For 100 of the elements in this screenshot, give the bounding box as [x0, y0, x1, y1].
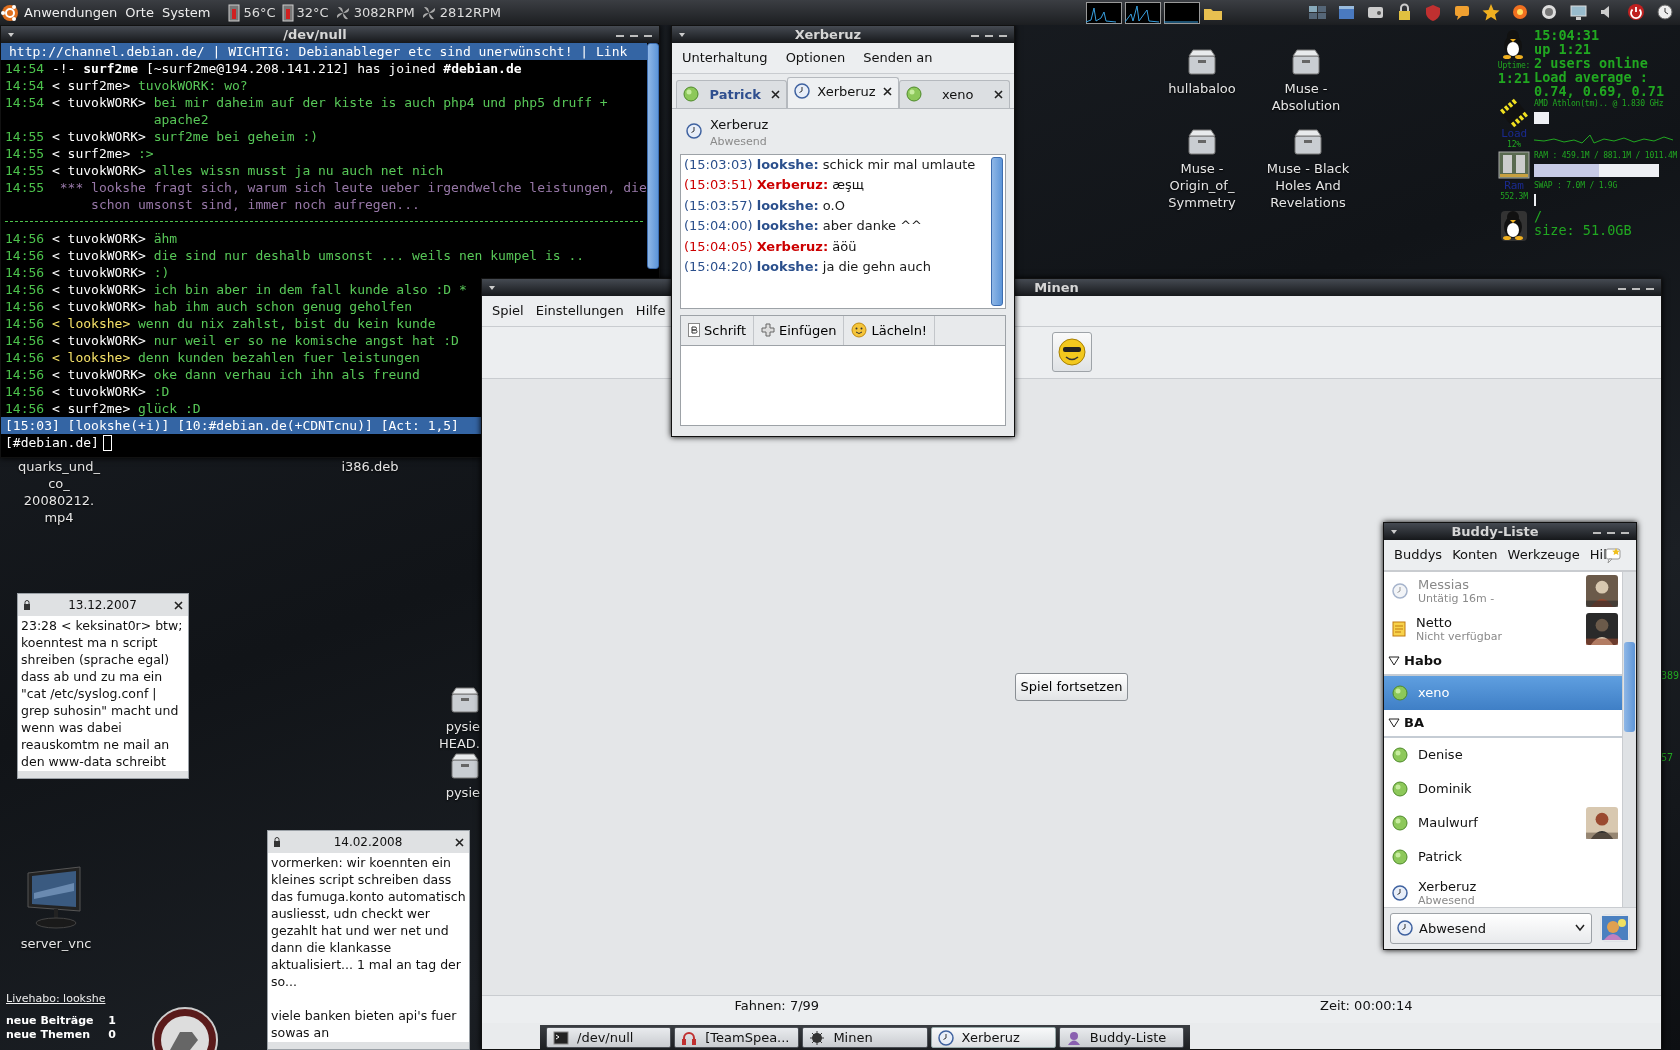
message-text: tuvokWORK: wo? — [138, 77, 248, 94]
menu-item[interactable]: Orte — [121, 2, 158, 23]
nick: < tuvokWORK> — [51, 383, 146, 400]
timestamp: 14:55 — [5, 145, 46, 162]
timestamp: 14:56 — [5, 332, 46, 349]
message-text: ich bin aber in dem fall kunde also :D * — [153, 281, 467, 298]
disk-mount: / — [1534, 209, 1544, 223]
timestamp: 14:56 — [5, 298, 46, 315]
nick: < tuvokWORK> — [51, 281, 146, 298]
nick: < surf2me> — [51, 77, 131, 94]
timestamp: 14:54 — [5, 60, 46, 77]
contact-name: Xerberuz — [710, 116, 769, 134]
note-text: vormerken: wir koennten ein kleines script schreiben dass das fumuga.konto automatisch ausliesst, udn checkt wer gezahlt hat und wer net und dann die klankasse aktualisiert... 1 mal an tag der so... viele banken bieten api's fuer sowas an — [270, 854, 467, 1042]
ram-value: 552.3M — [1500, 191, 1528, 202]
buddy-row[interactable]: Netto Nicht verfügbar — [1384, 609, 1622, 648]
nick: < tuvokWORK> — [51, 298, 146, 315]
nick: < tuvokWORK> — [51, 332, 146, 349]
ram-label: Ram — [1504, 180, 1524, 191]
icon-label: Muse - Origin_of_ Symmetry — [1167, 160, 1237, 211]
menu-item[interactable]: Senden an — [859, 47, 937, 69]
status-dropdown[interactable]: Abwesend — [1390, 912, 1592, 944]
tab[interactable]: Xerberuz — [787, 76, 899, 108]
timestamp: 14:56 — [5, 230, 46, 247]
action-marker: *** — [59, 179, 84, 197]
message-text: alles wissn musst ja nu auch net nich — [153, 162, 444, 179]
message-text: oke dann verhau ich ihn als freund — [153, 366, 420, 383]
buddy-status: Untätig 16m - — [1418, 591, 1496, 605]
tab[interactable]: xeno — [898, 79, 1010, 108]
buddy-row[interactable]: Patrick — [1384, 839, 1622, 874]
taskbar-button[interactable]: Xerberuz — [930, 1027, 1056, 1048]
resume-button[interactable]: Spiel fortsetzen — [1014, 673, 1129, 701]
nick: < tuvokWORK> — [51, 128, 146, 145]
tab[interactable]: Patrick — [676, 79, 788, 108]
buddy-row[interactable]: Messias Untätig 16m - — [1384, 571, 1622, 610]
chat-message: (15:03:51) Xerberuz: æşщ — [683, 176, 866, 194]
icon-label: hullabaloo — [1168, 80, 1236, 97]
taskbar-button[interactable]: Minen — [802, 1027, 928, 1048]
swap-text: SWAP : 7.0M / 1.9G — [1534, 180, 1619, 191]
message-text: die sind nur deshalb umsonst ... weils nen kumpel is .. — [153, 247, 585, 264]
group-name: BA — [1404, 713, 1424, 732]
icon-label: i386.deb — [341, 458, 399, 475]
taskbar-button[interactable]: [TeamSpea... — [674, 1027, 800, 1048]
buddy-status: Nicht verfügbar — [1416, 629, 1503, 643]
menu-item[interactable]: Konten — [1448, 544, 1502, 566]
join-notice: -!- surf2me [~surf2me@194.208.141.212] has joined #debian.de — [51, 60, 522, 77]
timestamp: 14:56 — [5, 349, 46, 366]
nick: < tuvokWORK> — [51, 264, 146, 281]
uptime-label: Uptime: — [1497, 60, 1531, 71]
menu-item[interactable]: Einstellungen — [531, 300, 628, 322]
nick: < tuvokWORK> — [51, 94, 146, 112]
note-text: 23:28 < keksinat0r> btw; koenntest ma n script shreiben (sprache egal) dass ab und zu ma ein "cat /etc/syslog.conf | grep suhosin" macht und wenn was dabei reauskomtm ne mail an den www-data schreibt — [20, 617, 184, 771]
icon-label: pysie — [444, 784, 480, 801]
cpu-name: AMD Athlon(tm).. @ 1.830 GHz — [1534, 98, 1665, 109]
buddy-name: Netto — [1416, 614, 1453, 630]
buddy-row[interactable]: Dominik — [1384, 771, 1622, 806]
forum-count: 0 — [108, 1028, 116, 1042]
menu-item[interactable]: Optionen — [781, 47, 850, 69]
forum-link[interactable]: Livehabo: lookshe — [6, 992, 116, 1006]
taskbar-button[interactable]: Buddy-Liste — [1058, 1027, 1184, 1048]
message-text: :) — [153, 264, 170, 281]
buddy-name: Patrick — [1418, 849, 1463, 864]
group-name: Habo — [1404, 651, 1442, 670]
flags-counter: Fahnen: 7/99 — [733, 997, 821, 1015]
menu-item[interactable]: Spiel — [488, 300, 528, 322]
menu-item[interactable]: Anwendungen — [20, 2, 122, 23]
conky-text: 57 — [1661, 751, 1674, 765]
buddy-row[interactable]: Maulwurf — [1384, 805, 1622, 840]
chat-message: (15:04:05) Xerberuz: äöü — [683, 237, 858, 256]
sensor-reading: 3082RPM — [353, 3, 415, 22]
timer: Zeit: 00:00:14 — [1319, 997, 1414, 1015]
buddy-row[interactable]: Xerberuz Abwesend — [1384, 873, 1622, 907]
chat-message: (15:04:20) lookshe: ja die gehn auch — [683, 258, 932, 276]
clock: 15:04:31 — [1534, 28, 1601, 42]
menu-item[interactable]: Hilfe — [631, 300, 670, 322]
action-text: lookshe fragt sich, warum sich leute ueber irgendwelche leistungen, die schon umsonst sind, immer noch aufregen... — [91, 179, 647, 213]
message-text: wenn du nix zahlst, bist du kein kunde — [138, 315, 436, 332]
window-title: Minen — [1033, 279, 1080, 296]
timestamp: 14:54 — [5, 94, 46, 112]
buddy-row[interactable]: Denise — [1384, 737, 1622, 772]
icon-label: quarks_und_ co_ 20080212. mp4 — [17, 458, 101, 526]
nick: < surf2me> — [51, 145, 131, 162]
timestamp: 14:55 — [5, 179, 46, 197]
forum-count: 1 — [108, 1014, 116, 1028]
menu-item[interactable]: Werkzeuge — [1503, 544, 1584, 566]
menu-item[interactable]: System — [157, 2, 215, 23]
taskbar-button[interactable]: /dev/null — [546, 1027, 672, 1048]
timestamp: 14:56 — [5, 315, 46, 332]
buddy-name: Denise — [1418, 747, 1464, 762]
note-date: 14.02.2008 — [332, 834, 404, 851]
nick: < tuvokWORK> — [51, 366, 146, 383]
message-text: denn kunden bezahlen fuer leistungen — [138, 349, 420, 366]
timestamp: 14:56 — [5, 247, 46, 264]
load-label: Load average : — [1534, 70, 1649, 84]
nick: < surf2me> — [51, 400, 131, 417]
chat-message: (15:03:57) lookshe: o.O — [683, 196, 846, 215]
topic-bar: http://channel.debian.de/ | WICHTIG: Debianableger etc sind unerwünscht! | Link — [1, 43, 647, 60]
menu-item[interactable]: Buddys — [1390, 544, 1447, 566]
menu-item[interactable]: Unterhaltung — [678, 47, 772, 69]
buddy-name: xeno — [1418, 685, 1451, 700]
timestamp: 14:55 — [5, 128, 46, 145]
